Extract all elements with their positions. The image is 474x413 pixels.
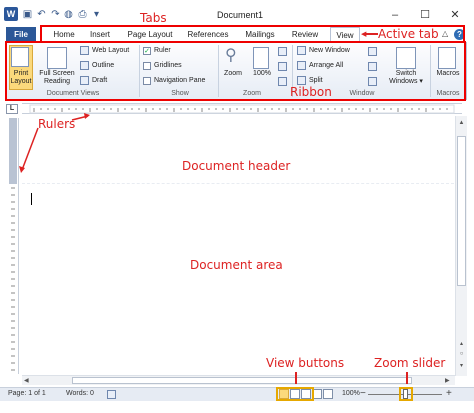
- view-buttons-highlight: [276, 387, 314, 401]
- zoom-in-button[interactable]: +: [446, 388, 452, 399]
- word-count[interactable]: Words: 0: [66, 390, 94, 397]
- scroll-right-icon[interactable]: ▶: [445, 377, 450, 384]
- text-cursor: [31, 193, 32, 205]
- minimize-button[interactable]: –: [384, 8, 406, 22]
- annotation-document-header: Document header: [182, 159, 291, 173]
- page-count[interactable]: Page: 1 of 1: [8, 390, 46, 397]
- zoom-slider-highlight: [398, 387, 413, 401]
- customize-icon[interactable]: ▾: [91, 9, 102, 20]
- annotation-view-buttons: View buttons: [266, 356, 345, 370]
- zoom-out-button[interactable]: −: [360, 388, 366, 399]
- annotation-active-tab: Active tab: [378, 27, 439, 41]
- annotation-ribbon: Ribbon: [290, 85, 332, 99]
- arrow-head-icon: ◀: [361, 31, 367, 38]
- vertical-scroll-thumb[interactable]: [457, 136, 466, 286]
- vertical-scrollbar[interactable]: ▲ ▴ ○ ▾: [455, 116, 467, 376]
- annotation-arrow: [295, 372, 297, 384]
- word-icon[interactable]: W: [4, 7, 18, 21]
- zoom-level[interactable]: 100%: [342, 390, 360, 397]
- scroll-left-icon[interactable]: ◀: [24, 377, 29, 384]
- undo-icon[interactable]: ↶: [36, 9, 47, 20]
- draft-view-button[interactable]: [323, 389, 333, 399]
- scroll-up-icon[interactable]: ▲: [457, 120, 466, 128]
- horizontal-scrollbar[interactable]: ◀ ▶: [22, 375, 455, 385]
- quick-print-icon[interactable]: ⎙: [77, 9, 88, 20]
- annotation-arrow: [406, 372, 408, 384]
- ribbon-highlight: [5, 41, 466, 101]
- horizontal-scroll-thumb[interactable]: [72, 377, 412, 384]
- annotation-document-area: Document area: [190, 258, 283, 272]
- redo-icon[interactable]: ↷: [50, 9, 61, 20]
- annotation-zoom-slider: Zoom slider: [374, 356, 446, 370]
- annotation-tabs: Tabs: [140, 11, 167, 25]
- previous-page-icon[interactable]: ▴: [457, 340, 466, 348]
- tab-file[interactable]: File: [6, 27, 36, 42]
- document-title: Document1: [216, 10, 264, 20]
- proofing-icon[interactable]: [107, 390, 116, 399]
- close-button[interactable]: ✕: [444, 8, 466, 22]
- rulers-arrows: [19, 113, 90, 173]
- save-icon[interactable]: ▣: [22, 9, 33, 20]
- maximize-button[interactable]: ☐: [414, 8, 436, 22]
- next-page-icon[interactable]: ▾: [457, 362, 466, 370]
- browse-object-icon[interactable]: ○: [457, 351, 466, 359]
- print-preview-icon[interactable]: ◍: [63, 9, 74, 20]
